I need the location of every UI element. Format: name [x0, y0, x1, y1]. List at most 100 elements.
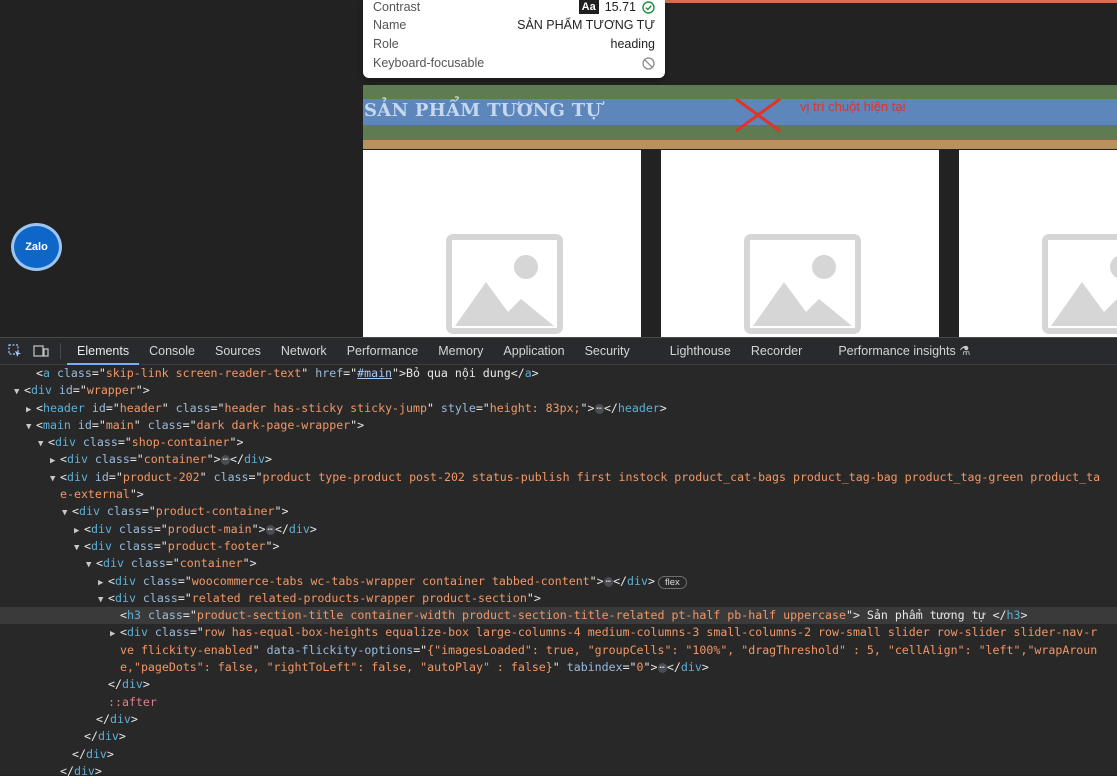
href-link[interactable]: #main	[357, 366, 392, 380]
dom-node-line[interactable]: ▶ <div class="row has-equal-box-heights e…	[0, 624, 1117, 641]
attr-value: shop-container	[131, 435, 230, 450]
dom-node-line[interactable]: </div>	[0, 711, 1117, 728]
tab-network[interactable]: Network	[271, 338, 337, 365]
punctuation: <	[36, 366, 43, 380]
dom-node-line[interactable]: ▼ <div class="product-footer">	[0, 538, 1117, 555]
tag-name: div	[102, 556, 124, 571]
dom-node-line[interactable]: ▼ <div class="related related-products-wr…	[0, 590, 1117, 607]
dom-node-line[interactable]: ▼ <div class="container">	[0, 555, 1117, 572]
tab-performance[interactable]: Performance	[337, 338, 429, 365]
punctuation: ="	[343, 366, 358, 380]
dom-node-line[interactable]: ▶ <header id="header" class="header has-s…	[0, 400, 1117, 417]
dom-node-line[interactable]: </div>	[0, 676, 1117, 693]
collapsed-children-button[interactable]: ⋯	[603, 576, 614, 587]
tag-name: div	[54, 435, 76, 450]
tag-name: div	[114, 590, 136, 605]
tag-name: div	[126, 625, 148, 640]
device-toolbar-icon[interactable]	[30, 341, 52, 361]
punctuation: ="	[177, 573, 192, 588]
attr-name: tabindex	[566, 660, 623, 675]
punctuation: >	[701, 660, 709, 675]
punctuation	[136, 591, 143, 605]
dom-node-line[interactable]: ▼ <div class="shop-container">	[0, 434, 1117, 451]
punctuation: >	[264, 452, 272, 467]
attr-value: main	[105, 417, 134, 432]
punctuation: >	[659, 400, 667, 415]
attr-value: ve flickity-enabled	[120, 642, 253, 657]
dom-node-line[interactable]: e,"pageDots": false, "rightToLeft": fals…	[0, 659, 1117, 676]
punctuation: ="	[153, 521, 168, 536]
punctuation: ="	[105, 400, 120, 415]
tab-security[interactable]: Security	[575, 338, 640, 365]
punctuation: </	[666, 660, 681, 675]
tag-name: div	[288, 521, 310, 536]
tab-recorder[interactable]: Recorder	[741, 338, 812, 365]
punctuation	[85, 401, 92, 415]
attr-name: class	[154, 625, 190, 640]
product-card[interactable]	[959, 150, 1117, 337]
punctuation: </	[72, 746, 86, 761]
product-card[interactable]	[363, 150, 641, 337]
punctuation: ">	[350, 417, 365, 432]
inspect-tooltip: Contrast Aa 15.71 Name SẢN PHẨM TƯƠNG TỰ…	[363, 0, 665, 78]
punctuation: <	[108, 573, 115, 588]
tag-name: header	[42, 400, 85, 415]
tab-application[interactable]: Application	[493, 338, 574, 365]
punctuation: <	[60, 469, 67, 484]
punctuation: ="	[91, 366, 106, 380]
tab-memory[interactable]: Memory	[428, 338, 493, 365]
product-card[interactable]	[661, 150, 939, 337]
attr-value: container	[179, 556, 243, 571]
dom-node-line[interactable]: ▶ <div class="woocommerce-tabs wc-tabs-wr…	[0, 573, 1117, 590]
related-products-heading[interactable]: SẢN PHẨM TƯƠNG TỰ	[364, 100, 601, 121]
collapsed-children-button[interactable]: ⋯	[265, 524, 275, 535]
punctuation: ="	[182, 608, 197, 623]
attr-value: product-main	[167, 521, 252, 536]
tab-sources[interactable]: Sources	[205, 338, 271, 365]
punctuation	[50, 366, 57, 380]
dom-node-line[interactable]: </div>	[0, 746, 1117, 763]
dom-node-line[interactable]: ::after	[0, 694, 1117, 711]
dom-node-line[interactable]: ▶ <div class="product-main"> ⋯ </div>	[0, 521, 1117, 538]
punctuation: ">	[135, 383, 150, 398]
dom-node-line[interactable]: <a class="skip-link screen-reader-text" …	[0, 365, 1117, 382]
dom-node-line[interactable]: ▼ <div id="product-202" class="product ty…	[0, 469, 1117, 486]
punctuation	[112, 539, 119, 553]
punctuation: </	[510, 366, 525, 380]
attr-value: woocommerce-tabs wc-tabs-wrapper contain…	[191, 573, 590, 588]
attr-name: id	[94, 469, 109, 484]
tag-name: div	[30, 383, 52, 398]
dom-node-line[interactable]: ▼ <div class="product-container">	[0, 503, 1117, 520]
punctuation: <	[24, 383, 31, 398]
collapsed-children-button[interactable]: ⋯	[594, 403, 604, 414]
attr-value: product-container	[155, 504, 275, 519]
zalo-chat-button[interactable]: Zalo	[11, 223, 62, 271]
collapsed-children-button[interactable]: ⋯	[220, 455, 231, 466]
dom-node-line[interactable]: </div>	[0, 728, 1117, 745]
inspect-element-icon[interactable]	[4, 341, 26, 361]
collapsed-children-button[interactable]: ⋯	[657, 663, 667, 674]
dom-node-line[interactable]: ve flickity-enabled" data-flickity-optio…	[0, 642, 1117, 659]
flex-badge[interactable]: flex	[657, 575, 687, 589]
dom-node-selected[interactable]: <h3 class="product-section-title contain…	[0, 607, 1117, 625]
attr-name: class	[118, 538, 154, 553]
punctuation: "	[552, 660, 567, 675]
attr-name: id	[91, 400, 106, 415]
punctuation: "	[161, 400, 176, 415]
dom-node-line[interactable]: e-external">	[0, 486, 1117, 503]
tab-elements[interactable]: Elements	[67, 338, 140, 365]
dom-node-line[interactable]: ▼ <div id="wrapper">	[0, 382, 1117, 399]
attr-value: row has-equal-box-heights equalize-box l…	[203, 625, 1098, 640]
tooltip-role-row: Role heading	[373, 37, 655, 51]
tab-lighthouse[interactable]: Lighthouse	[660, 338, 741, 365]
dom-node-line[interactable]: </div>	[0, 763, 1117, 776]
devtools-panel: Elements Console Sources Network Perform…	[0, 337, 1117, 776]
highlight-padding-overlay	[363, 140, 1117, 149]
tab-console[interactable]: Console	[139, 338, 205, 365]
dom-node-line[interactable]: ▼ <main id="main" class="dark dark-page-w…	[0, 417, 1117, 434]
attr-value: {"imagesLoaded": true, "groupCells": "10…	[427, 642, 1098, 657]
dom-node-line[interactable]: ▶ <div class="container"> ⋯ </div>	[0, 451, 1117, 468]
not-allowed-icon	[642, 56, 655, 70]
tab-performance-insights[interactable]: Performance insights ⚗	[828, 338, 980, 365]
elements-dom-tree[interactable]: <a class="skip-link screen-reader-text" …	[0, 365, 1117, 776]
